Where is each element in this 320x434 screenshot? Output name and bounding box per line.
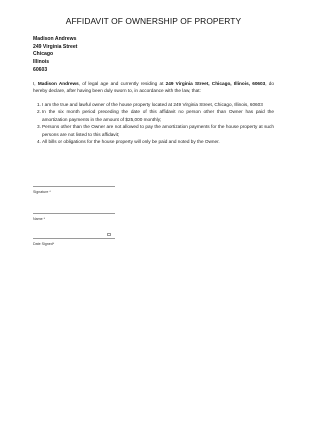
clause-item: 1. I am the true and lawful owner of the… — [33, 101, 274, 108]
address-state: Illinois — [33, 59, 50, 66]
date-line[interactable] — [33, 238, 115, 239]
intro-paragraph: I, Madison Andrews, of legal age and cur… — [33, 80, 274, 95]
clause-number: 2. — [37, 109, 41, 115]
clause-number: 3. — [37, 124, 41, 130]
clause-item: 2. In the six month period preceding the… — [33, 108, 274, 123]
signature-label: Signature * — [33, 190, 51, 194]
intro-middle: , of legal age and currently residing at — [78, 81, 166, 86]
clause-text: All bills or obligations for the house p… — [42, 139, 220, 145]
name-label: Name * — [33, 217, 45, 221]
clause-text: I am the true and lawful owner of the ho… — [42, 102, 263, 107]
clause-text: In the six month period preceding the da… — [42, 109, 274, 122]
clause-item: 3. Persons other than the Owner are not … — [33, 123, 274, 138]
address-street: 249 Virginia Street — [33, 43, 78, 50]
address-block: Madison Andrews 249 Virginia Street Chic… — [33, 36, 77, 75]
name-line[interactable] — [33, 213, 115, 214]
address-name: Madison Andrews — [33, 36, 77, 42]
document-title: AFFIDAVIT OF OWNERSHIP OF PROPERTY — [65, 16, 242, 26]
clause-item: 4. All bills or obligations for the hous… — [33, 138, 274, 145]
address-city: Chicago — [33, 51, 54, 58]
intro-address: 249 Virginia Street, Chicago, Illinois, … — [165, 81, 266, 86]
clause-list: 1. I am the true and lawful owner of the… — [33, 101, 274, 145]
intro-name: Madison Andrews — [37, 81, 79, 86]
address-zip: 60603 — [33, 66, 48, 73]
date-label: Date Signed* — [33, 242, 55, 246]
calendar-icon[interactable] — [107, 233, 111, 237]
clause-number: 1. — [37, 102, 41, 107]
affidavit-page: AFFIDAVIT OF OWNERSHIP OF PROPERTY Madis… — [0, 0, 307, 434]
clause-text: Persons other than the Owner are not all… — [42, 124, 274, 137]
clause-number: 4. — [37, 139, 41, 145]
signature-line[interactable] — [33, 186, 115, 187]
